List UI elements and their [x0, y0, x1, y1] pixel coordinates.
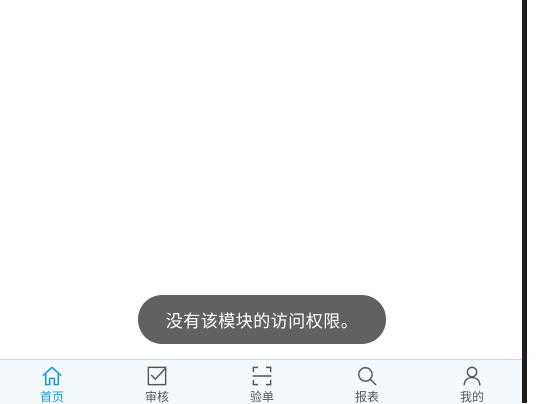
tab-home-label: 首页 — [39, 390, 64, 404]
tab-audit-label: 审核 — [144, 390, 169, 404]
checkbox-icon — [147, 366, 167, 386]
tab-mine[interactable]: 我的 — [420, 360, 522, 404]
home-icon — [42, 366, 62, 386]
window-edge — [526, 0, 536, 403]
tab-scan-label: 验单 — [249, 390, 274, 404]
tab-mine-label: 我的 — [459, 390, 484, 404]
toast-message: 没有该模块的访问权限。 — [138, 295, 386, 344]
toast-text: 没有该模块的访问权限。 — [165, 312, 359, 332]
search-icon — [358, 367, 377, 386]
tab-report[interactable]: 报表 — [315, 360, 419, 404]
bottom-tab-bar: 首页 审核 验单 报表 我的 — [0, 359, 522, 404]
tab-report-label: 报表 — [354, 390, 379, 404]
tab-audit[interactable]: 审核 — [105, 360, 209, 404]
window-border — [522, 0, 527, 403]
tab-home[interactable]: 首页 — [0, 360, 104, 404]
user-icon — [463, 366, 481, 386]
scan-icon — [252, 366, 272, 386]
tab-scan[interactable]: 验单 — [210, 360, 314, 404]
